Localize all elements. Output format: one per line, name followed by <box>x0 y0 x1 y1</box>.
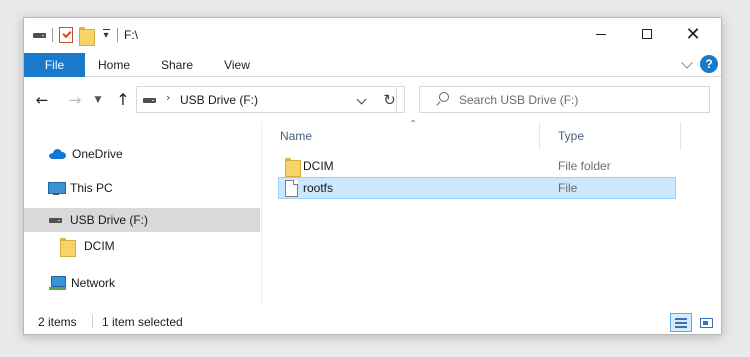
item-count: 2 items <box>38 315 77 329</box>
minimize-button[interactable] <box>578 18 624 50</box>
help-icon[interactable]: ? <box>700 55 718 73</box>
nav-item-onedrive[interactable]: OneDrive <box>24 142 260 166</box>
file-type: File <box>558 181 578 195</box>
address-path[interactable]: USB Drive (F:) <box>180 93 258 107</box>
usb-drive-icon <box>49 217 62 224</box>
nav-item-dcim[interactable]: DCIM <box>24 234 260 258</box>
breadcrumb-chevron-icon[interactable]: › <box>166 91 170 104</box>
large-icons-view-button[interactable] <box>695 313 717 332</box>
column-header-type[interactable]: Type <box>558 129 584 143</box>
file-list-header: ⌃ Name Type <box>261 119 721 150</box>
file-icon <box>285 180 298 197</box>
large-icons-view-icon <box>700 318 713 328</box>
search-icon <box>435 92 449 106</box>
sort-ascending-icon: ⌃ <box>409 119 418 130</box>
toolbar-separator <box>117 28 118 42</box>
toolbar-separator <box>52 28 53 42</box>
nav-item-label: Network <box>71 276 116 290</box>
up-button[interactable]: ↑ <box>113 89 133 111</box>
tab-file[interactable]: File <box>24 53 85 77</box>
window-title: F:\ <box>124 28 138 42</box>
tab-view[interactable]: View <box>214 53 260 77</box>
details-view-icon <box>675 318 687 320</box>
file-name: rootfs <box>303 181 334 195</box>
drive-icon[interactable] <box>33 32 46 39</box>
customize-toolbar-dropdown-icon[interactable]: ▾ <box>101 29 111 41</box>
tab-home[interactable]: Home <box>85 53 143 77</box>
network-icon <box>49 275 66 291</box>
nav-item-label: OneDrive <box>72 147 123 161</box>
tab-share[interactable]: Share <box>146 53 208 77</box>
close-button[interactable]: ✕ <box>670 18 716 50</box>
search-placeholder: Search USB Drive (F:) <box>459 93 579 107</box>
computer-icon <box>48 181 66 195</box>
search-input[interactable]: Search USB Drive (F:) <box>419 86 710 113</box>
forward-button[interactable]: → <box>65 89 85 111</box>
title-bar: ▾ F:\ ✕ <box>24 18 721 51</box>
selection-count: 1 item selected <box>102 315 183 329</box>
address-dropdown-icon[interactable] <box>356 94 367 105</box>
folder-icon <box>60 237 76 257</box>
onedrive-cloud-icon <box>49 149 66 159</box>
usb-drive-icon <box>143 97 156 104</box>
status-bar: 2 items 1 item selected <box>24 309 721 334</box>
minimize-icon <box>596 33 606 35</box>
file-type: File folder <box>558 159 611 173</box>
status-separator <box>92 315 93 328</box>
explorer-window: ▾ F:\ ✕ File Home Share View ? ← → ▼ ↑ ›… <box>23 17 722 335</box>
refresh-button[interactable]: ↻ <box>375 86 405 113</box>
column-divider[interactable] <box>539 122 540 150</box>
ribbon-tabs: File Home Share View ? <box>24 53 721 77</box>
navigation-bar: ← → ▼ ↑ › USB Drive (F:) ↻ Search USB Dr… <box>24 84 721 116</box>
nav-item-label: USB Drive (F:) <box>70 213 148 227</box>
recent-locations-chevron-icon[interactable]: ▼ <box>91 89 105 111</box>
maximize-button[interactable] <box>624 18 670 50</box>
properties-icon[interactable] <box>59 27 73 43</box>
column-header-name[interactable]: Name <box>280 129 312 143</box>
navigation-pane: OneDrive This PC USB Drive (F:) DCIM Net… <box>24 122 260 306</box>
file-row[interactable]: rootfs File <box>278 177 676 199</box>
nav-item-network[interactable]: Network <box>24 271 260 295</box>
nav-item-this-pc[interactable]: This PC <box>24 176 260 200</box>
details-view-button[interactable] <box>670 313 692 332</box>
expand-ribbon-chevron-icon[interactable] <box>681 57 693 69</box>
nav-item-label: This PC <box>70 181 113 195</box>
nav-item-usb-drive[interactable]: USB Drive (F:) <box>24 208 260 232</box>
folder-icon <box>285 158 301 177</box>
address-bar[interactable]: › USB Drive (F:) <box>136 86 397 113</box>
nav-item-label: DCIM <box>84 239 115 253</box>
new-folder-icon[interactable] <box>79 26 95 46</box>
column-divider[interactable] <box>680 122 681 150</box>
back-button[interactable]: ← <box>32 89 52 111</box>
file-name: DCIM <box>303 159 334 173</box>
quick-access-toolbar: ▾ F:\ <box>33 26 138 46</box>
maximize-icon <box>642 29 652 39</box>
file-row[interactable]: DCIM File folder <box>278 155 676 177</box>
